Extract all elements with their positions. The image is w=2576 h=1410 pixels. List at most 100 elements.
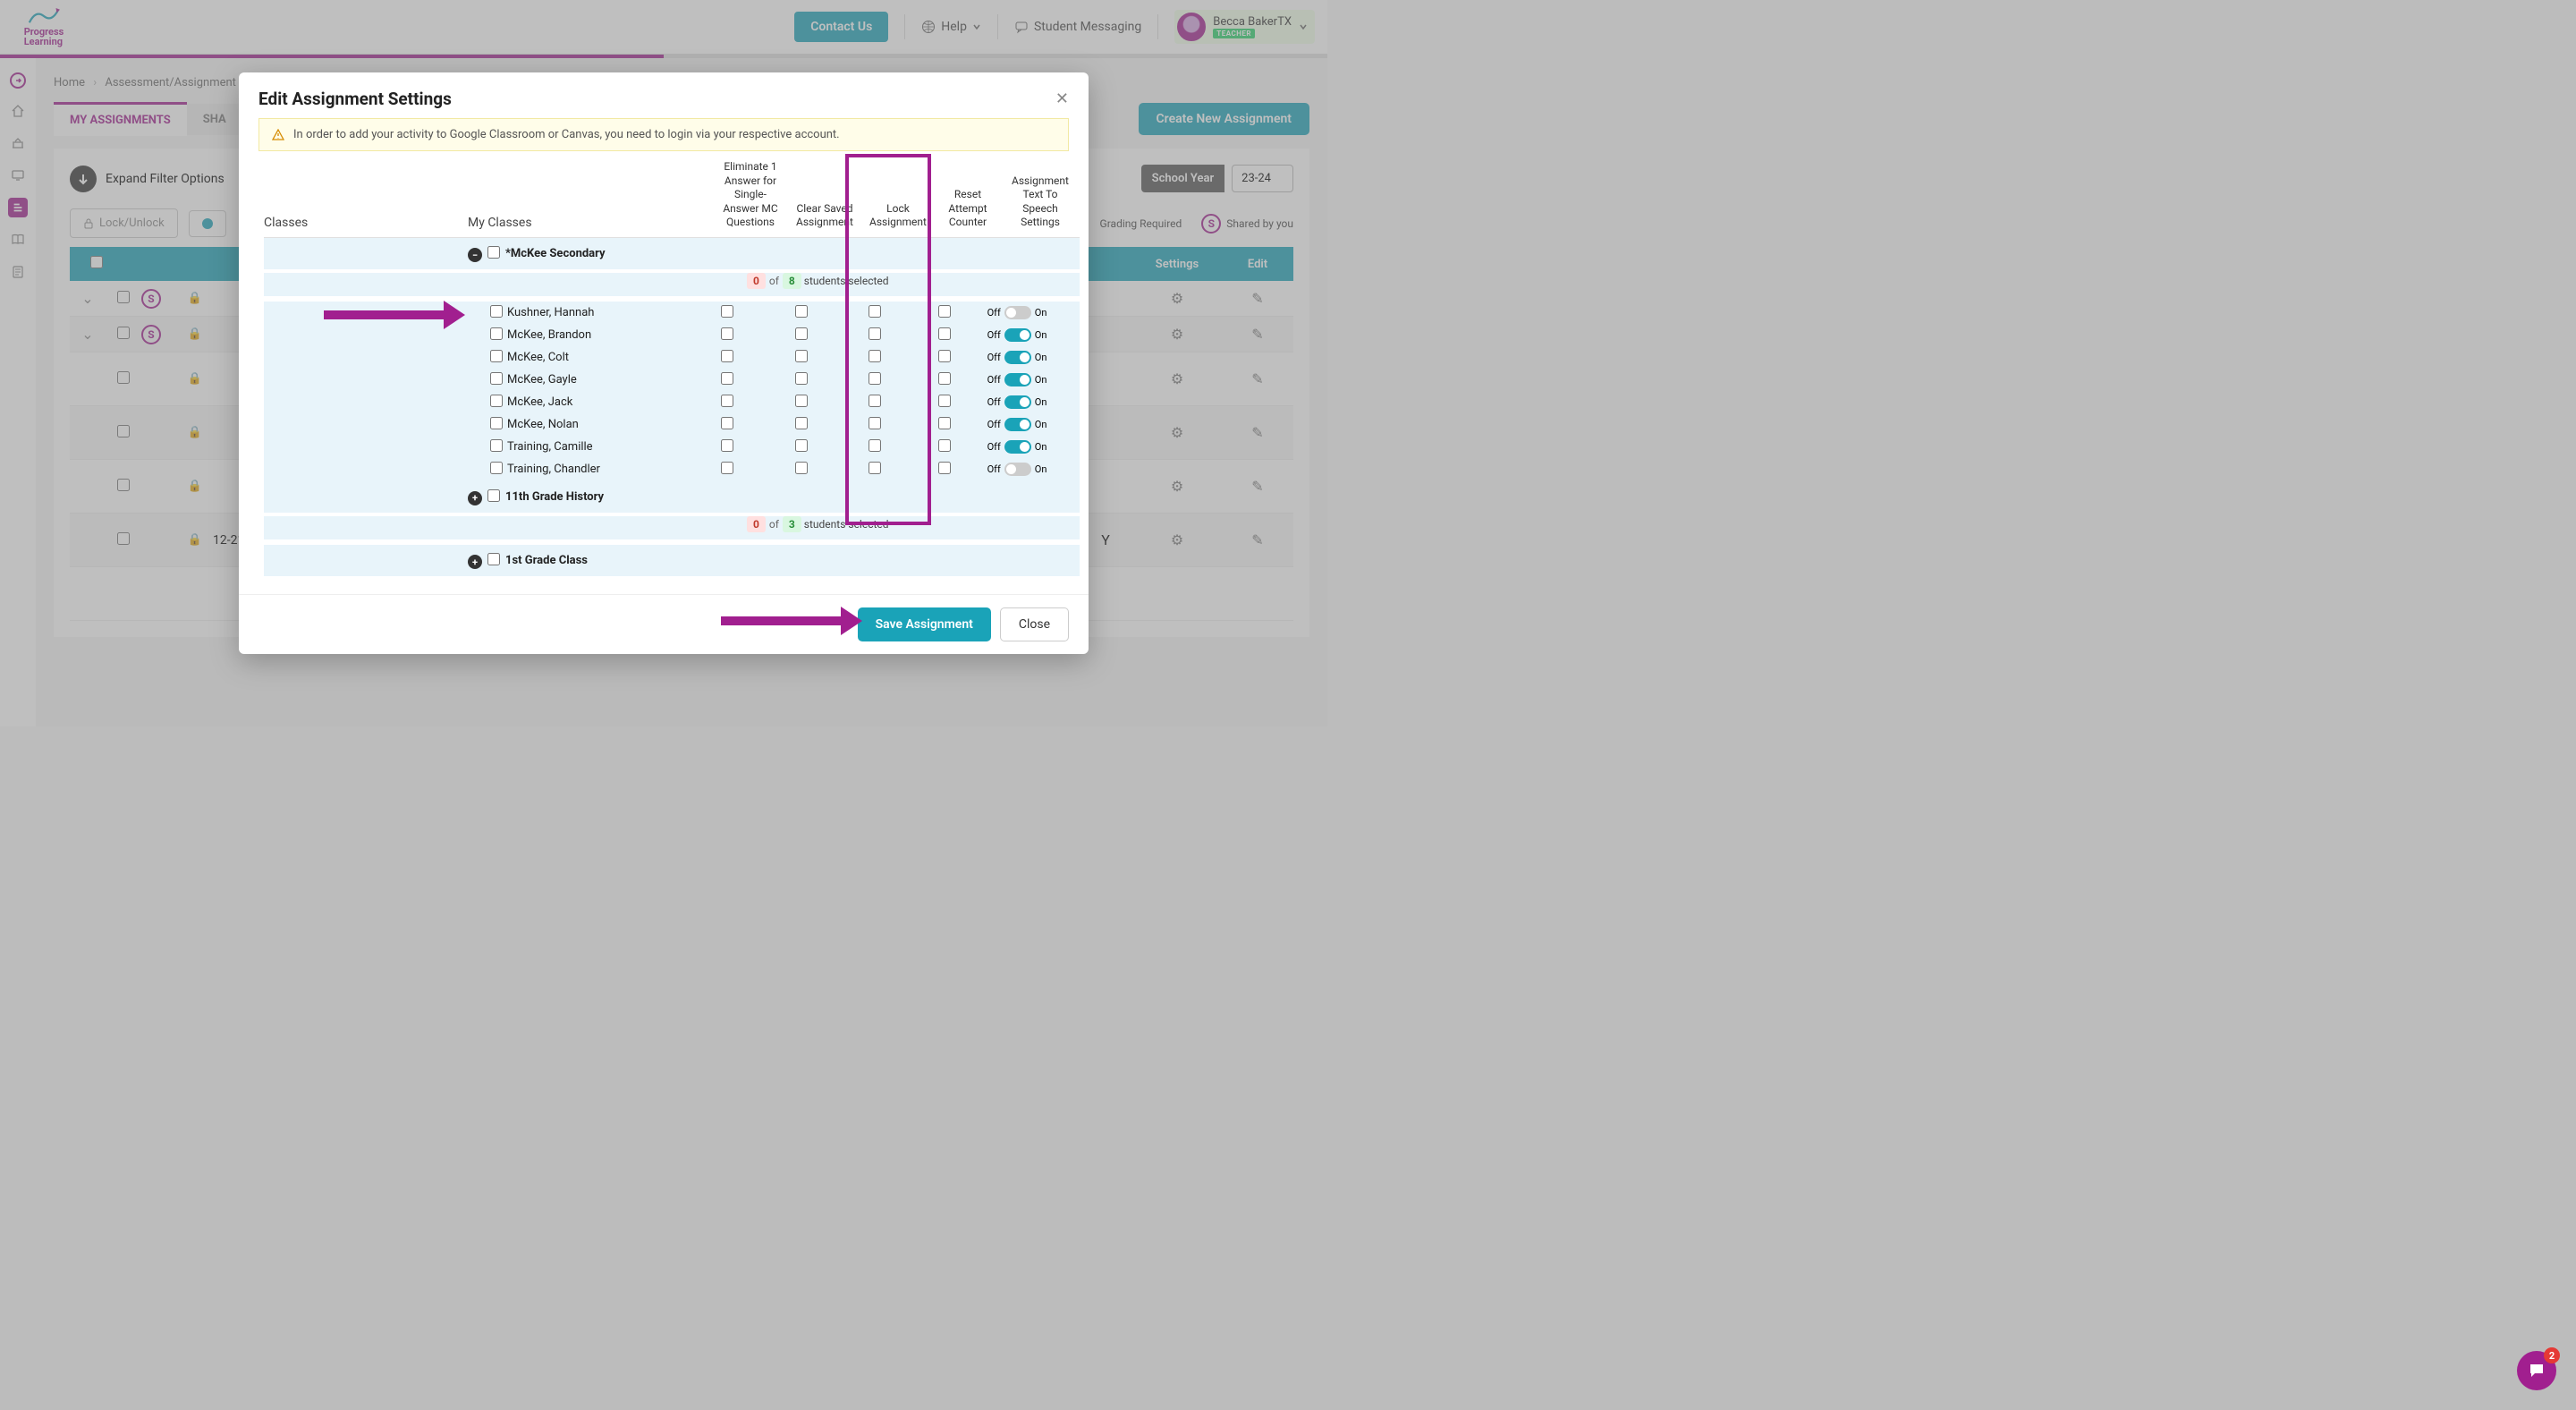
lock-checkbox[interactable] (869, 305, 881, 318)
eliminate-checkbox[interactable] (721, 439, 733, 452)
eliminate-checkbox[interactable] (721, 372, 733, 385)
tts-on-label: On (1035, 307, 1047, 319)
lock-checkbox[interactable] (869, 417, 881, 429)
tts-on-label: On (1035, 419, 1047, 430)
reset-checkbox[interactable] (938, 327, 951, 340)
tts-on-label: On (1035, 396, 1047, 408)
student-row: Training, Camille Off On (264, 436, 1080, 458)
tts-toggle[interactable] (1004, 395, 1031, 409)
student-checkbox[interactable] (490, 395, 503, 407)
reset-checkbox[interactable] (938, 305, 951, 318)
clear-checkbox[interactable] (795, 350, 808, 362)
col-reset: Reset Attempt Counter (935, 188, 1001, 230)
reset-checkbox[interactable] (938, 395, 951, 407)
lock-checkbox[interactable] (869, 439, 881, 452)
reset-checkbox[interactable] (938, 439, 951, 452)
clear-checkbox[interactable] (795, 439, 808, 452)
eliminate-checkbox[interactable] (721, 327, 733, 340)
student-checkbox[interactable] (490, 327, 503, 340)
student-name: McKee, Colt (505, 351, 690, 364)
tts-toggle[interactable] (1004, 328, 1031, 342)
student-checkbox[interactable] (490, 350, 503, 362)
student-row: McKee, Jack Off On (264, 391, 1080, 413)
clear-checkbox[interactable] (795, 417, 808, 429)
tts-toggle[interactable] (1004, 306, 1031, 319)
tts-toggle[interactable] (1004, 418, 1031, 431)
reset-checkbox[interactable] (938, 350, 951, 362)
student-checkbox[interactable] (490, 439, 503, 452)
student-name: McKee, Jack (505, 395, 690, 409)
class-row: − *McKee Secondary (264, 238, 1080, 270)
chat-badge: 2 (2544, 1347, 2560, 1363)
classes-label: Classes (264, 216, 468, 230)
student-name: Kushner, Hannah (505, 306, 690, 319)
tts-off-label: Off (987, 396, 1001, 408)
annotation-arrow-1 (324, 301, 465, 329)
save-assignment-button[interactable]: Save Assignment (858, 607, 991, 641)
tts-off-label: Off (987, 329, 1001, 341)
reset-checkbox[interactable] (938, 417, 951, 429)
student-checkbox[interactable] (490, 417, 503, 429)
close-button[interactable]: Close (1000, 607, 1069, 641)
close-icon[interactable]: ✕ (1055, 89, 1069, 108)
lock-checkbox[interactable] (869, 350, 881, 362)
class-row: + 11th Grade History (264, 480, 1080, 513)
clear-checkbox[interactable] (795, 395, 808, 407)
tts-on-label: On (1035, 329, 1047, 341)
class-checkbox[interactable] (487, 246, 500, 259)
class-expand-toggle[interactable]: − (468, 245, 487, 263)
tts-off-label: Off (987, 307, 1001, 319)
class-checkbox[interactable] (487, 553, 500, 565)
clear-checkbox[interactable] (795, 305, 808, 318)
student-count: 0of8 students selected (747, 273, 1080, 296)
student-row: Training, Chandler Off On (264, 458, 1080, 480)
eliminate-checkbox[interactable] (721, 305, 733, 318)
annotation-arrow-2 (721, 607, 862, 635)
lock-checkbox[interactable] (869, 462, 881, 474)
student-name: McKee, Brandon (505, 328, 690, 342)
reset-checkbox[interactable] (938, 462, 951, 474)
tts-toggle[interactable] (1004, 351, 1031, 364)
student-checkbox[interactable] (490, 305, 503, 318)
student-row: McKee, Nolan Off On (264, 413, 1080, 436)
alert-text: In order to add your activity to Google … (293, 128, 840, 141)
class-row: + 1st Grade Class (264, 545, 1080, 577)
student-name: Training, Chandler (505, 463, 690, 476)
student-checkbox[interactable] (490, 372, 503, 385)
tts-on-label: On (1035, 441, 1047, 453)
tts-off-label: Off (987, 352, 1001, 363)
clear-checkbox[interactable] (795, 462, 808, 474)
edit-assignment-settings-modal: Edit Assignment Settings ✕ In order to a… (239, 72, 1089, 654)
tts-on-label: On (1035, 374, 1047, 386)
student-checkbox[interactable] (490, 462, 503, 474)
eliminate-checkbox[interactable] (721, 350, 733, 362)
modal-title: Edit Assignment Settings (258, 89, 452, 109)
class-expand-toggle[interactable]: + (468, 552, 487, 570)
tts-toggle[interactable] (1004, 463, 1031, 476)
clear-checkbox[interactable] (795, 372, 808, 385)
class-name: 1st Grade Class (505, 554, 1080, 567)
col-tts: Assignment Text To Speech Settings (1001, 174, 1080, 230)
eliminate-checkbox[interactable] (721, 395, 733, 407)
clear-checkbox[interactable] (795, 327, 808, 340)
col-eliminate: Eliminate 1 Answer for Single-Answer MC … (713, 160, 788, 230)
class-checkbox[interactable] (487, 489, 500, 502)
tts-toggle[interactable] (1004, 373, 1031, 386)
tts-off-label: Off (987, 374, 1001, 386)
lock-checkbox[interactable] (869, 327, 881, 340)
eliminate-checkbox[interactable] (721, 417, 733, 429)
tts-toggle[interactable] (1004, 440, 1031, 454)
class-name: *McKee Secondary (505, 247, 1080, 260)
class-expand-toggle[interactable]: + (468, 488, 487, 505)
chat-widget[interactable]: 2 (2517, 1351, 2556, 1390)
student-count: 0of3 students selected (747, 516, 1080, 539)
reset-checkbox[interactable] (938, 372, 951, 385)
col-clear: Clear Saved Assignment (788, 202, 861, 230)
lock-checkbox[interactable] (869, 372, 881, 385)
lock-checkbox[interactable] (869, 395, 881, 407)
tts-off-label: Off (987, 419, 1001, 430)
eliminate-checkbox[interactable] (721, 462, 733, 474)
tts-on-label: On (1035, 463, 1047, 475)
tts-off-label: Off (987, 463, 1001, 475)
student-row: McKee, Colt Off On (264, 346, 1080, 369)
